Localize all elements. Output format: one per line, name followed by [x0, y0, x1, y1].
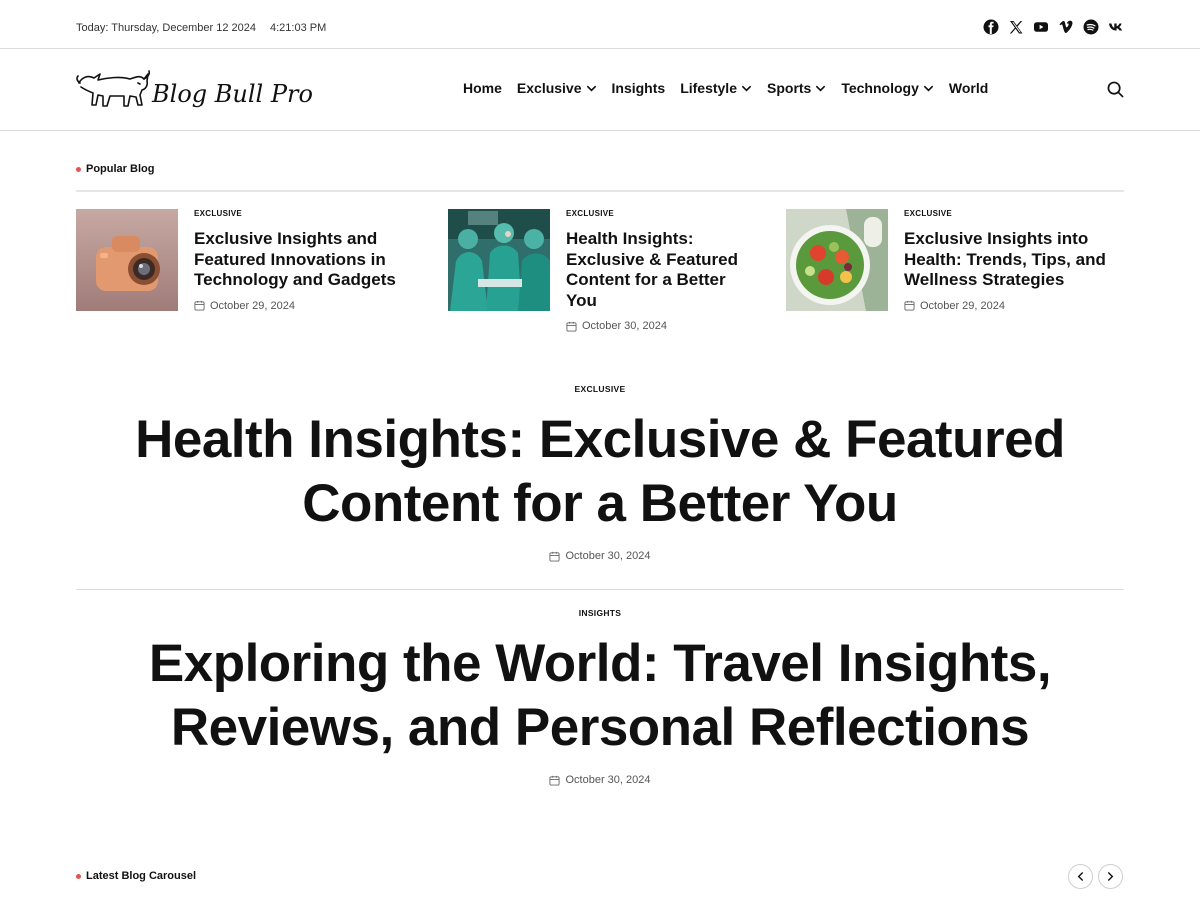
chevron-down-icon	[742, 85, 751, 92]
section-title-label: Popular Blog	[86, 163, 155, 175]
divider	[76, 190, 1124, 192]
section-dot	[76, 166, 81, 172]
popular-section-title: Popular Blog	[76, 163, 154, 175]
social-links	[983, 19, 1124, 35]
calendar-icon	[549, 551, 561, 562]
popular-card: EXCLUSIVE Exclusive Insights into Health…	[786, 209, 1124, 312]
spotify-icon[interactable]	[1083, 19, 1099, 35]
post-thumbnail[interactable]	[448, 209, 550, 311]
post-meta: October 29, 2024	[194, 300, 414, 312]
current-time: 4:21:03 PM	[270, 22, 327, 34]
post-category[interactable]: EXCLUSIVE	[194, 209, 414, 218]
nav-label: Lifestyle	[680, 80, 737, 96]
post-thumbnail[interactable]	[786, 209, 888, 311]
post-date: October 30, 2024	[565, 550, 651, 562]
nav-label: Home	[463, 80, 502, 96]
post-date: October 30, 2024	[582, 320, 668, 332]
carousel-next-button[interactable]	[1098, 864, 1123, 889]
post-meta: October 29, 2024	[904, 300, 1124, 312]
chevron-down-icon	[923, 85, 933, 92]
carousel-prev-button[interactable]	[1068, 864, 1093, 889]
nav-label: World	[948, 80, 989, 96]
post-category[interactable]: EXCLUSIVE	[904, 209, 1124, 218]
post-meta: October 30, 2024	[76, 550, 1124, 562]
post-meta: October 30, 2024	[76, 774, 1124, 786]
post-title[interactable]: Health Insights: Exclusive & Featured Co…	[566, 229, 746, 311]
chevron-right-icon	[1107, 872, 1114, 881]
featured-title[interactable]: Exploring the World: Travel Insights, Re…	[120, 632, 1080, 760]
post-title[interactable]: Exclusive Insights and Featured Innovati…	[194, 229, 414, 291]
post-title[interactable]: Exclusive Insights into Health: Trends, …	[904, 229, 1124, 291]
post-date: October 29, 2024	[210, 299, 296, 312]
facebook-icon[interactable]	[983, 19, 999, 35]
post-category[interactable]: EXCLUSIVE	[76, 384, 1124, 394]
current-date: Today: Thursday, December 12 2024	[76, 22, 256, 34]
nav-world[interactable]: World	[949, 80, 988, 96]
vimeo-icon[interactable]	[1058, 19, 1074, 35]
section-dot	[76, 873, 81, 879]
calendar-icon	[549, 775, 561, 786]
calendar-icon	[904, 300, 915, 311]
site-logo[interactable]: Blog Bull Pro	[76, 65, 346, 115]
nav-label: Insights	[611, 80, 666, 96]
vk-icon[interactable]	[1108, 19, 1124, 35]
nav-exclusive[interactable]: Exclusive	[517, 80, 597, 96]
top-bar: Today: Thursday, December 12 2024 4:21:0…	[0, 0, 1200, 49]
featured-post: INSIGHTS Exploring the World: Travel Ins…	[76, 608, 1124, 786]
nav-label: Technology	[841, 80, 919, 96]
main-nav: Home Exclusive Insights Lifestyle Sports…	[463, 80, 988, 96]
logo-wordmark: Blog Bull Pro	[151, 80, 313, 108]
nav-lifestyle[interactable]: Lifestyle	[680, 80, 752, 96]
youtube-icon[interactable]	[1033, 19, 1049, 35]
post-category[interactable]: INSIGHTS	[76, 608, 1124, 618]
chevron-down-icon	[816, 85, 826, 92]
site-header: Blog Bull Pro Home Exclusive Insights Li…	[0, 49, 1200, 131]
nav-label: Exclusive	[516, 80, 582, 96]
calendar-icon	[194, 300, 205, 311]
divider	[76, 589, 1124, 590]
post-category[interactable]: EXCLUSIVE	[566, 209, 746, 218]
post-date: October 30, 2024	[565, 774, 651, 786]
post-thumbnail[interactable]	[76, 209, 178, 311]
post-meta: October 30, 2024	[566, 320, 746, 332]
section-title-label: Latest Blog Carousel	[86, 870, 197, 882]
x-icon[interactable]	[1008, 19, 1024, 35]
nav-sports[interactable]: Sports	[767, 80, 826, 96]
calendar-icon	[566, 321, 577, 332]
chevron-left-icon	[1077, 872, 1084, 881]
nav-home[interactable]: Home	[463, 80, 502, 96]
chevron-down-icon	[586, 85, 596, 92]
popular-card: EXCLUSIVE Health Insights: Exclusive & F…	[448, 209, 746, 332]
search-icon[interactable]	[1107, 81, 1124, 98]
popular-card: EXCLUSIVE Exclusive Insights and Feature…	[76, 209, 414, 312]
featured-post: EXCLUSIVE Health Insights: Exclusive & F…	[76, 384, 1124, 562]
latest-section-title: Latest Blog Carousel	[76, 870, 196, 882]
post-date: October 29, 2024	[920, 299, 1006, 312]
nav-insights[interactable]: Insights	[612, 80, 666, 96]
nav-technology[interactable]: Technology	[841, 80, 934, 96]
nav-label: Sports	[767, 80, 812, 96]
featured-title[interactable]: Health Insights: Exclusive & Featured Co…	[130, 408, 1070, 536]
